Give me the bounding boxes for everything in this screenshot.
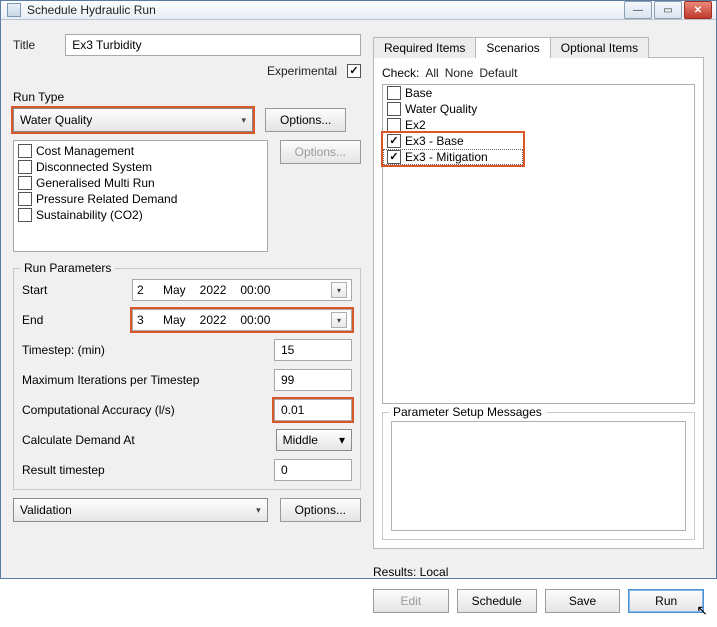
run-type-select[interactable]: Water Quality ▾ — [13, 108, 253, 132]
resultts-input[interactable] — [274, 459, 352, 481]
list-item: Water Quality — [383, 101, 694, 117]
list-item: Sustainability (CO2) — [18, 207, 263, 223]
checkbox[interactable] — [18, 176, 32, 190]
timestep-label: Timestep: (min) — [22, 343, 274, 357]
calendar-icon[interactable]: ▾ — [331, 282, 347, 298]
checkbox[interactable] — [387, 102, 401, 116]
run-type-label: Run Type — [13, 90, 361, 104]
list-item: Disconnected System — [18, 159, 263, 175]
titlebar: Schedule Hydraulic Run — ▭ ✕ — [1, 1, 716, 20]
edit-button: Edit — [373, 589, 449, 613]
run-type-value: Water Quality — [20, 113, 92, 127]
experimental-checkbox[interactable] — [347, 64, 361, 78]
list-item: Base — [383, 85, 694, 101]
checkbox[interactable] — [387, 118, 401, 132]
window-title: Schedule Hydraulic Run — [27, 3, 624, 17]
run-parameters-legend: Run Parameters — [20, 261, 115, 275]
chevron-down-icon: ▾ — [256, 505, 261, 516]
save-button[interactable]: Save — [545, 589, 621, 613]
chevron-down-icon: ▾ — [339, 433, 345, 447]
maxiter-input[interactable] — [274, 369, 352, 391]
checkbox[interactable] — [387, 86, 401, 100]
results-label: Results: Local — [373, 565, 704, 579]
title-label: Title — [13, 38, 35, 52]
validation-options-button[interactable]: Options... — [280, 498, 361, 522]
end-date-input[interactable]: 3 May 2022 00:00 ▾ — [132, 309, 352, 331]
list-item: Cost Management — [18, 143, 263, 159]
list-item: Ex2 — [383, 117, 694, 133]
psm-textarea[interactable] — [391, 421, 686, 531]
close-button[interactable]: ✕ — [684, 1, 712, 19]
check-default-link[interactable]: Default — [479, 66, 517, 80]
list-item: Ex3 - Mitigation — [383, 149, 523, 165]
run-type-options2-button: Options... — [280, 140, 361, 164]
calcat-label: Calculate Demand At — [22, 433, 276, 447]
window: Schedule Hydraulic Run — ▭ ✕ Title Exper… — [0, 0, 717, 579]
end-label: End — [22, 313, 132, 327]
tabs: Required Items Scenarios Optional Items — [373, 34, 704, 58]
run-button[interactable]: Run — [628, 589, 704, 613]
minimize-button[interactable]: — — [624, 1, 652, 19]
list-item: Generalised Multi Run — [18, 175, 263, 191]
checkbox[interactable] — [18, 160, 32, 174]
calcat-select[interactable]: Middle ▾ — [276, 429, 352, 451]
check-label: Check: — [382, 66, 419, 80]
checkbox[interactable] — [18, 144, 32, 158]
chevron-down-icon: ▾ — [241, 115, 246, 126]
run-type-options-button[interactable]: Options... — [265, 108, 346, 132]
check-none-link[interactable]: None — [445, 66, 474, 80]
checkbox[interactable] — [18, 208, 32, 222]
title-input[interactable] — [65, 34, 361, 56]
parameter-setup-messages: Parameter Setup Messages — [382, 412, 695, 540]
list-item: Ex3 - Base — [383, 133, 523, 149]
start-date-input[interactable]: 2 May 2022 00:00 ▾ — [132, 279, 352, 301]
tab-scenarios[interactable]: Scenarios — [475, 37, 550, 58]
schedule-button[interactable]: Schedule — [457, 589, 537, 613]
check-all-link[interactable]: All — [425, 66, 438, 80]
maximize-button[interactable]: ▭ — [654, 1, 682, 19]
start-label: Start — [22, 283, 132, 297]
checkbox[interactable] — [18, 192, 32, 206]
tab-required-items[interactable]: Required Items — [373, 37, 476, 58]
resultts-label: Result timestep — [22, 463, 274, 477]
run-type-checklist[interactable]: Cost Management Disconnected System Gene… — [13, 140, 268, 252]
calendar-icon[interactable]: ▾ — [331, 312, 347, 328]
experimental-label: Experimental — [267, 64, 337, 78]
accuracy-label: Computational Accuracy (l/s) — [22, 403, 274, 417]
list-item: Pressure Related Demand — [18, 191, 263, 207]
timestep-input[interactable] — [274, 339, 352, 361]
run-parameters-group: Run Parameters Start 2 May 2022 00:00 ▾ … — [13, 268, 361, 490]
checkbox[interactable] — [387, 134, 401, 148]
accuracy-input[interactable] — [274, 399, 352, 421]
app-icon — [7, 3, 21, 17]
tab-optional-items[interactable]: Optional Items — [550, 37, 649, 58]
maxiter-label: Maximum Iterations per Timestep — [22, 373, 274, 387]
checkbox[interactable] — [387, 150, 401, 164]
validation-select[interactable]: Validation ▾ — [13, 498, 268, 522]
tab-pane: Check: All None Default Base Water Quali… — [373, 58, 704, 549]
scenario-list[interactable]: Base Water Quality Ex2 Ex3 - Base Ex3 - … — [382, 84, 695, 404]
